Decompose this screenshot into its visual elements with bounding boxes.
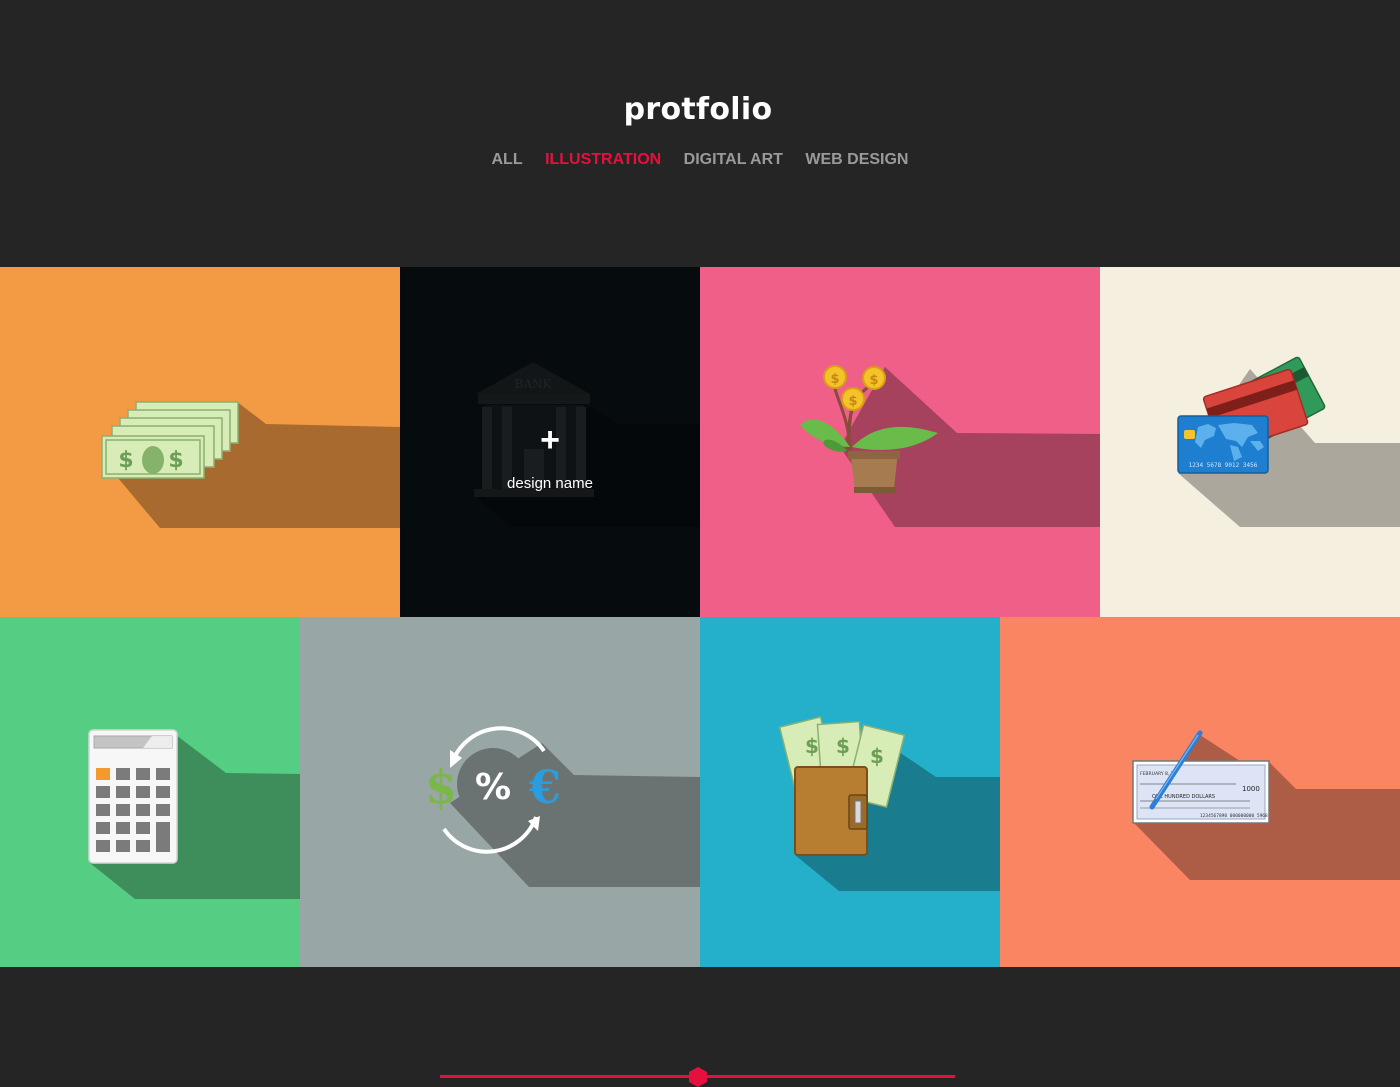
credit-cards-icon: 1234 5678 9012 3456: [1177, 356, 1400, 527]
svg-text:$: $: [425, 760, 457, 814]
banknotes-icon: $ $: [101, 401, 400, 528]
svg-text:€: €: [528, 760, 561, 814]
money-plant-icon: $ $ $: [800, 365, 1100, 527]
calculator-icon: [88, 729, 300, 899]
svg-text:$: $: [869, 373, 878, 388]
portfolio-tile-bank-check[interactable]: FEBRUARY 8, 20 1000 ONE HUNDRED DOLLARS …: [1000, 617, 1400, 967]
svg-text:1234567890 000000000 5968: 1234567890 000000000 5968: [1200, 813, 1268, 819]
svg-text:$: $: [168, 448, 183, 473]
portfolio-tile-bank[interactable]: BANK + design name: [400, 267, 700, 617]
svg-text:$: $: [805, 734, 819, 758]
svg-text:$: $: [848, 394, 857, 409]
portfolio-tile-credit-cards[interactable]: 1234 5678 9012 3456: [1100, 267, 1400, 617]
scroll-hexagon-icon[interactable]: [688, 1067, 708, 1087]
filter-tab-digital-art[interactable]: DIGITAL ART: [684, 151, 783, 169]
filter-tab-all[interactable]: ALL: [492, 151, 523, 169]
filter-nav: ALL ILLUSTRATION DIGITAL ART WEB DESIGN: [0, 151, 1400, 169]
svg-text:%: %: [475, 767, 511, 808]
svg-text:BANK: BANK: [515, 377, 553, 391]
svg-text:1234 5678 9012 3456: 1234 5678 9012 3456: [1189, 462, 1258, 469]
portfolio-tile-banknotes[interactable]: $ $: [0, 267, 400, 617]
bank-check-icon: FEBRUARY 8, 20 1000 ONE HUNDRED DOLLARS …: [1132, 730, 1400, 880]
design-name-label: design name: [507, 475, 593, 492]
portfolio-tile-currency-exchange[interactable]: $ % €: [300, 617, 700, 967]
wallet-icon: $ $ $: [778, 716, 1000, 891]
portfolio-header: protfolio ALL ILLUSTRATION DIGITAL ART W…: [0, 0, 1400, 267]
svg-text:$: $: [836, 734, 850, 758]
filter-tab-illustration[interactable]: ILLUSTRATION: [545, 151, 661, 169]
currency-exchange-icon: $ % €: [425, 726, 700, 887]
svg-text:1000: 1000: [1242, 785, 1260, 793]
portfolio-tile-wallet[interactable]: $ $ $: [700, 617, 1000, 967]
view-project-plus-icon[interactable]: +: [400, 423, 700, 457]
portfolio-tile-calculator[interactable]: [0, 617, 300, 967]
page-title: protfolio: [623, 92, 773, 127]
svg-text:$: $: [118, 448, 133, 473]
filter-tab-web-design[interactable]: WEB DESIGN: [805, 151, 908, 169]
svg-text:$: $: [870, 744, 884, 768]
svg-text:$: $: [830, 372, 839, 387]
portfolio-tile-money-plant[interactable]: $ $ $: [700, 267, 1100, 617]
